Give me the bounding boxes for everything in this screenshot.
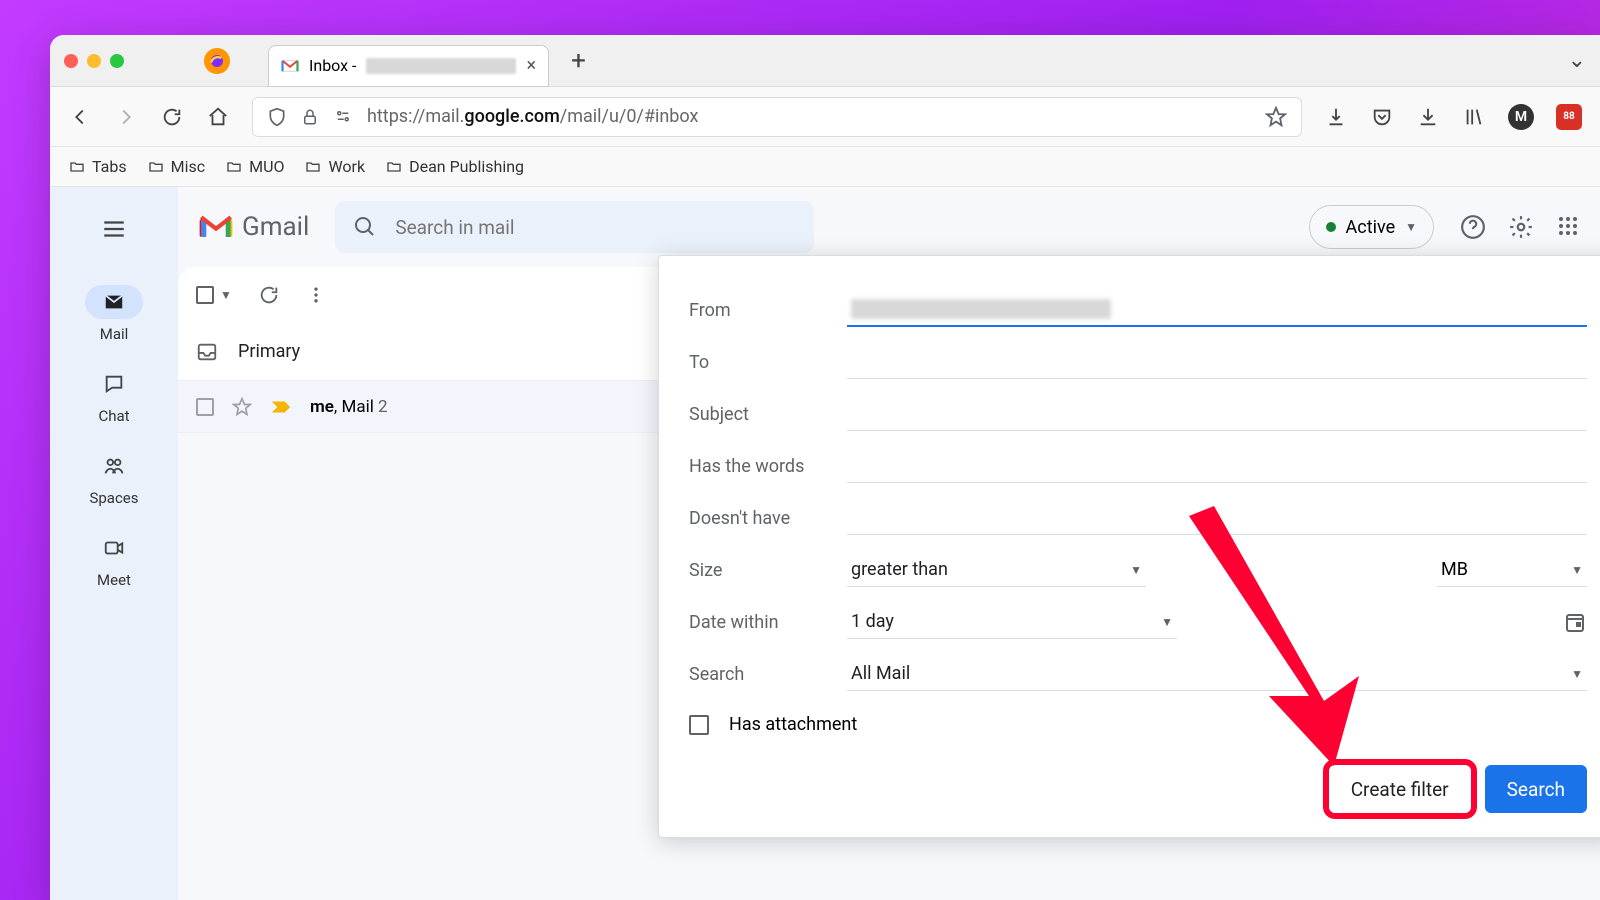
downloads-icon[interactable] <box>1416 105 1440 129</box>
gmail-logo-icon <box>198 213 234 241</box>
library-icon[interactable] <box>1462 105 1486 129</box>
status-active-button[interactable]: Active ▼ <box>1309 205 1434 249</box>
from-label: From <box>689 300 847 321</box>
star-icon[interactable] <box>232 397 252 417</box>
browser-window: Inbox - × + ⌄ https://mail.google.com/ma… <box>50 35 1600 900</box>
url-toolbar: https://mail.google.com/mail/u/0/#inbox … <box>50 87 1600 147</box>
star-bookmark-icon[interactable] <box>1265 106 1287 128</box>
meet-icon <box>103 537 125 559</box>
subject-label: Subject <box>689 404 847 425</box>
search-filter-panel: From To Subject Has the words Doesn't ha… <box>658 255 1600 838</box>
doesnt-have-label: Doesn't have <box>689 508 847 529</box>
date-within-select[interactable]: 1 day▼ <box>847 605 1177 639</box>
reload-button[interactable] <box>160 105 184 129</box>
has-words-label: Has the words <box>689 456 847 477</box>
url-text: https://mail.google.com/mail/u/0/#inbox <box>367 106 698 127</box>
search-box[interactable] <box>335 201 814 253</box>
annotation-arrow-icon <box>1159 506 1359 766</box>
help-icon[interactable] <box>1460 214 1486 240</box>
account-avatar-icon[interactable]: M <box>1508 104 1534 130</box>
settings-gear-icon[interactable] <box>1508 214 1534 240</box>
subject-input[interactable] <box>847 397 1587 431</box>
chevron-down-icon: ▼ <box>1405 220 1417 234</box>
chat-icon <box>103 373 125 395</box>
spaces-icon <box>102 455 126 477</box>
rail-mail[interactable]: Mail <box>85 285 143 343</box>
search-input[interactable] <box>395 216 796 239</box>
has-attachment-checkbox[interactable] <box>689 715 709 735</box>
chevron-down-icon: ▼ <box>1571 667 1583 681</box>
bookmark-folder[interactable]: Misc <box>147 157 206 176</box>
bookmark-folder[interactable]: Dean Publishing <box>385 157 524 176</box>
row-checkbox[interactable] <box>196 398 214 416</box>
window-titlebar: Inbox - × + ⌄ <box>50 35 1600 87</box>
has-words-input[interactable] <box>847 449 1587 483</box>
home-button[interactable] <box>206 105 230 129</box>
forward-button[interactable] <box>114 105 138 129</box>
to-label: To <box>689 352 847 373</box>
bookmarks-bar: Tabs Misc MUO Work Dean Publishing <box>50 147 1600 187</box>
rail-spaces[interactable]: Spaces <box>85 449 143 507</box>
search-button[interactable]: Search <box>1485 765 1587 813</box>
from-input[interactable] <box>847 293 1587 327</box>
sender-text: me, Mail 2 <box>310 397 388 417</box>
chevron-down-icon: ▼ <box>1130 563 1142 577</box>
tab-title-redacted <box>366 58 516 74</box>
app-rail: Mail Chat Spaces Meet <box>50 187 178 900</box>
tab-primary[interactable]: Primary <box>238 341 300 362</box>
rail-meet[interactable]: Meet <box>85 531 143 589</box>
tab-close-icon[interactable]: × <box>526 55 536 76</box>
size-unit-select[interactable]: MB▼ <box>1437 553 1587 587</box>
active-dot-icon <box>1326 222 1336 232</box>
date-within-label: Date within <box>689 612 847 633</box>
chevron-down-icon[interactable]: ▼ <box>220 288 232 302</box>
select-all-checkbox[interactable] <box>196 286 214 304</box>
new-tab-button[interactable]: + <box>571 46 586 76</box>
tab-overflow-icon[interactable]: ⌄ <box>1568 48 1586 73</box>
browser-tab[interactable]: Inbox - × <box>268 45 549 87</box>
bookmark-folder[interactable]: Tabs <box>68 157 127 176</box>
refresh-icon[interactable] <box>258 284 280 306</box>
gmail-app: Mail Chat Spaces Meet Gmail <box>50 187 1600 900</box>
size-operator-select[interactable]: greater than▼ <box>847 553 1146 587</box>
chevron-down-icon: ▼ <box>1571 563 1583 577</box>
save-page-icon[interactable] <box>1324 105 1348 129</box>
rail-chat[interactable]: Chat <box>85 367 143 425</box>
firefox-icon <box>204 48 230 74</box>
extension-badge-icon[interactable]: 88 <box>1556 104 1582 130</box>
tab-title-prefix: Inbox - <box>309 56 356 75</box>
gmail-favicon-icon <box>281 59 299 73</box>
calendar-icon[interactable] <box>1563 610 1587 634</box>
apps-grid-icon[interactable] <box>1556 214 1580 238</box>
gmail-logo[interactable]: Gmail <box>198 212 309 242</box>
bookmark-folder[interactable]: Work <box>304 157 365 176</box>
search-icon <box>353 215 377 239</box>
permissions-icon <box>333 108 353 126</box>
address-bar[interactable]: https://mail.google.com/mail/u/0/#inbox <box>252 97 1302 137</box>
lock-icon <box>301 108 319 126</box>
size-label: Size <box>689 560 847 581</box>
pocket-icon[interactable] <box>1370 105 1394 129</box>
hamburger-menu-icon[interactable] <box>92 207 136 251</box>
mail-icon <box>103 291 125 313</box>
minimize-window-icon[interactable] <box>87 54 101 68</box>
main-panel: Gmail Active ▼ <box>178 187 1600 900</box>
shield-icon <box>267 107 287 127</box>
back-button[interactable] <box>68 105 92 129</box>
traffic-lights <box>64 54 124 68</box>
bookmark-folder[interactable]: MUO <box>225 157 284 176</box>
from-value-redacted <box>851 299 1111 319</box>
important-marker-icon[interactable] <box>270 399 292 415</box>
to-input[interactable] <box>847 345 1587 379</box>
maximize-window-icon[interactable] <box>110 54 124 68</box>
inbox-icon <box>196 341 218 363</box>
more-vert-icon[interactable] <box>306 285 326 305</box>
close-window-icon[interactable] <box>64 54 78 68</box>
create-filter-button[interactable]: Create filter <box>1329 765 1471 813</box>
has-attachment-label: Has attachment <box>729 714 857 735</box>
search-scope-label: Search <box>689 664 847 685</box>
